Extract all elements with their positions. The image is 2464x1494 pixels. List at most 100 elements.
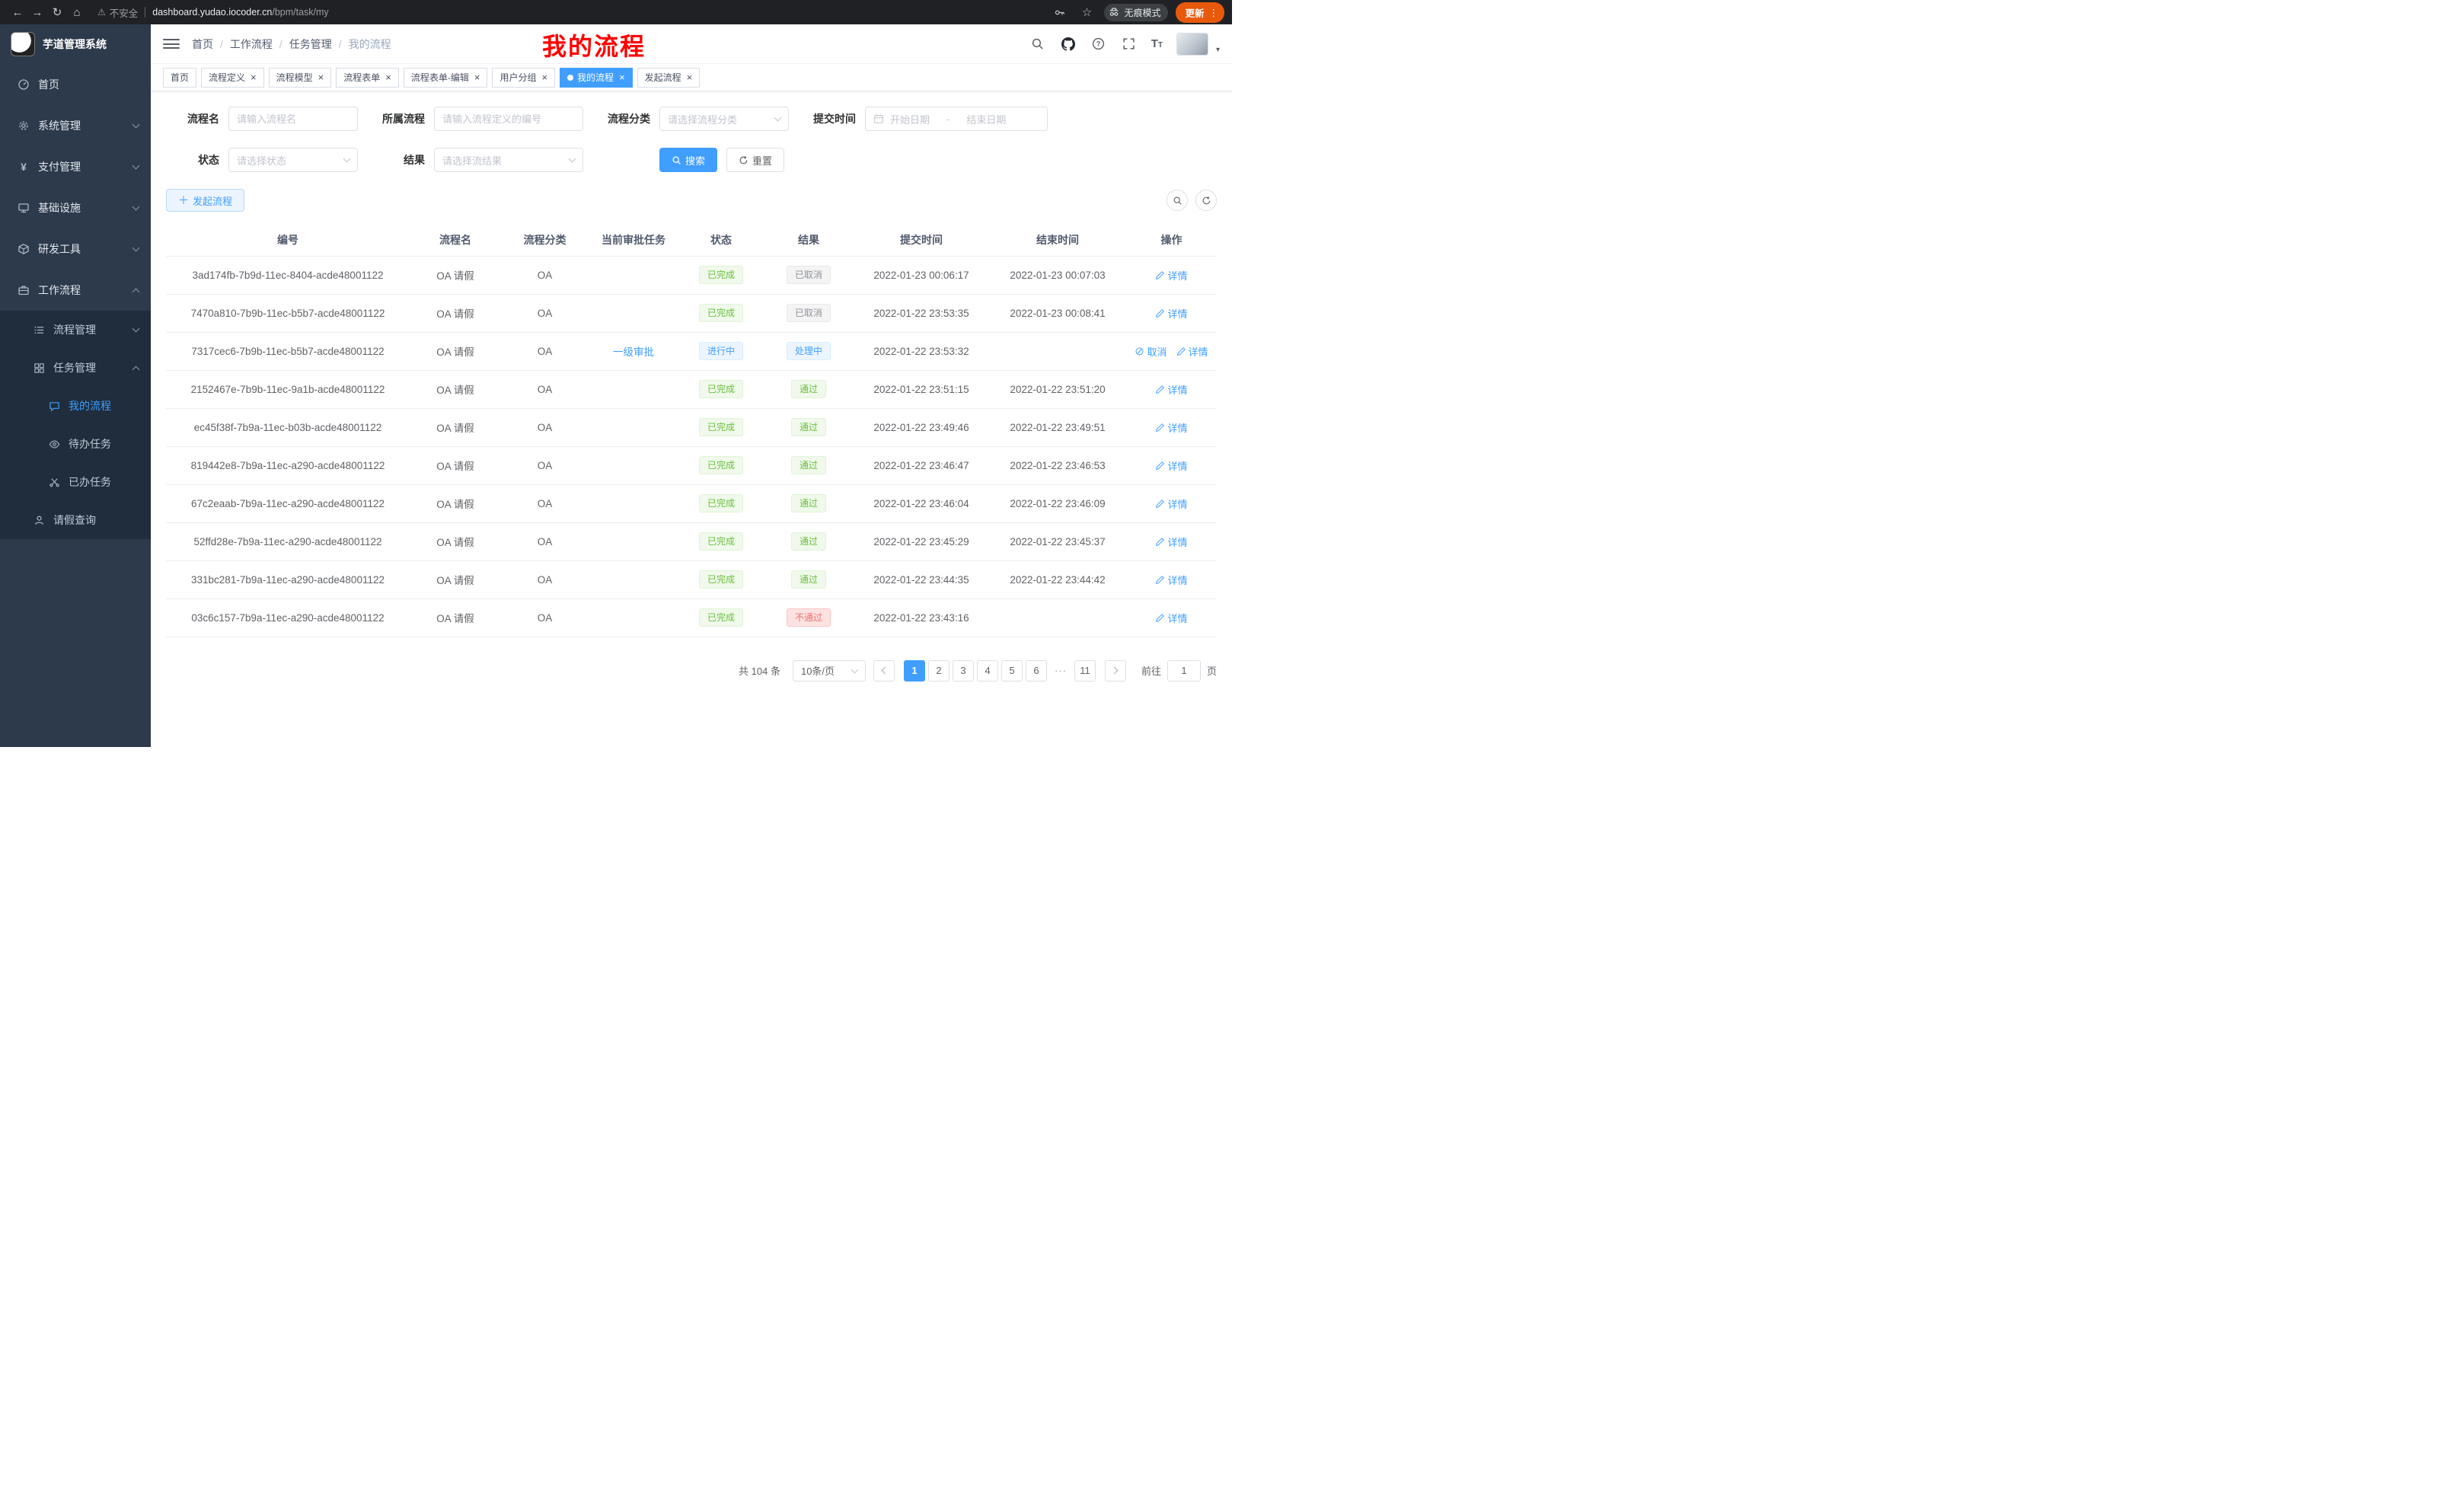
sidebar-toggle-icon[interactable] bbox=[163, 39, 180, 49]
page-button-11[interactable]: 11 bbox=[1074, 660, 1096, 682]
table-row: 3ad174fb-7b9d-11ec-8404-acde48001122OA 请… bbox=[166, 256, 1217, 294]
sidebar-item-workflow[interactable]: 工作流程 bbox=[0, 270, 151, 311]
page-button-3[interactable]: 3 bbox=[953, 660, 974, 682]
avatar-caret-icon[interactable]: ▾ bbox=[1216, 46, 1220, 56]
tab-close-icon[interactable]: × bbox=[619, 72, 625, 82]
detail-action-link[interactable]: 详情 bbox=[1155, 458, 1187, 473]
status-badge: 已完成 bbox=[699, 266, 743, 284]
breadcrumb-item[interactable]: 首页 bbox=[192, 37, 213, 52]
cell-actions: 详情 bbox=[1126, 599, 1217, 637]
back-icon[interactable]: ← bbox=[8, 2, 27, 22]
sidebar-item-payment[interactable]: ¥ 支付管理 bbox=[0, 146, 151, 187]
tab-close-icon[interactable]: × bbox=[541, 72, 547, 82]
fullscreen-icon[interactable] bbox=[1121, 36, 1138, 53]
app-logo-row[interactable]: 芋道管理系统 bbox=[0, 24, 151, 64]
cancel-action-link[interactable]: 取消 bbox=[1135, 344, 1167, 359]
sidebar-item-home[interactable]: 首页 bbox=[0, 64, 151, 105]
category-select[interactable]: 请选择流程分类 bbox=[659, 107, 789, 131]
tab-流程模型[interactable]: 流程模型× bbox=[269, 68, 332, 88]
page-size-select[interactable]: 10条/页 bbox=[793, 660, 866, 682]
status-select[interactable]: 请选择状态 bbox=[228, 148, 358, 172]
cell-status: 已完成 bbox=[678, 484, 764, 522]
sidebar-item-leave-query[interactable]: 请假查询 bbox=[0, 501, 151, 539]
detail-action-link[interactable]: 详情 bbox=[1155, 535, 1187, 549]
tab-流程表单[interactable]: 流程表单× bbox=[336, 68, 399, 88]
current-task-link[interactable]: 一级审批 bbox=[613, 346, 654, 358]
refresh-table-button[interactable] bbox=[1195, 190, 1217, 211]
detail-action-link[interactable]: 详情 bbox=[1155, 496, 1187, 511]
bookmark-star-icon[interactable]: ☆ bbox=[1077, 2, 1096, 22]
process-name-input[interactable] bbox=[228, 107, 358, 131]
search-toggle-button[interactable] bbox=[1167, 190, 1188, 211]
font-size-icon[interactable]: TT bbox=[1151, 37, 1163, 50]
page-button-6[interactable]: 6 bbox=[1026, 660, 1047, 682]
next-page-button[interactable] bbox=[1105, 660, 1126, 682]
detail-action-link[interactable]: 详情 bbox=[1176, 344, 1208, 359]
goto-page: 前往 页 bbox=[1141, 660, 1217, 682]
tab-close-icon[interactable]: × bbox=[385, 72, 391, 82]
page-button-1[interactable]: 1 bbox=[904, 660, 925, 682]
detail-action-link[interactable]: 详情 bbox=[1155, 420, 1187, 435]
sidebar-item-system[interactable]: 系统管理 bbox=[0, 105, 151, 146]
page-button-4[interactable]: 4 bbox=[977, 660, 998, 682]
detail-action-link[interactable]: 详情 bbox=[1155, 611, 1187, 625]
sidebar-item-done-tasks[interactable]: 已办任务 bbox=[0, 463, 151, 501]
prev-page-button[interactable] bbox=[873, 660, 895, 682]
key-icon[interactable] bbox=[1049, 2, 1069, 22]
tab-用户分组[interactable]: 用户分组× bbox=[492, 68, 555, 88]
sidebar-item-devtools[interactable]: 研发工具 bbox=[0, 228, 151, 270]
result-select[interactable]: 请选择流结果 bbox=[434, 148, 583, 172]
page-button-2[interactable]: 2 bbox=[928, 660, 950, 682]
address-bar[interactable]: ⚠ 不安全 dashboard.yudao.iocoder.cn/bpm/tas… bbox=[97, 2, 1049, 22]
sidebar-item-my-processes[interactable]: 我的流程 bbox=[0, 387, 151, 425]
browser-menu-icon[interactable]: ⋮ bbox=[1209, 7, 1219, 18]
help-icon[interactable]: ? bbox=[1090, 36, 1107, 53]
detail-action-link[interactable]: 详情 bbox=[1155, 382, 1187, 397]
reload-icon[interactable]: ↻ bbox=[47, 2, 67, 22]
breadcrumb-item[interactable]: 任务管理 bbox=[289, 37, 332, 52]
tab-我的流程[interactable]: 我的流程× bbox=[560, 68, 633, 88]
app-title: 芋道管理系统 bbox=[43, 37, 107, 52]
cell-status: 已完成 bbox=[678, 256, 764, 294]
page-button-5[interactable]: 5 bbox=[1001, 660, 1023, 682]
edit-icon bbox=[1155, 575, 1165, 585]
tab-close-icon[interactable]: × bbox=[318, 72, 324, 82]
sidebar-item-task-management[interactable]: 任务管理 bbox=[0, 349, 151, 387]
status-badge: 已完成 bbox=[699, 532, 743, 551]
detail-action-label: 详情 bbox=[1167, 306, 1187, 321]
tab-发起流程[interactable]: 发起流程× bbox=[637, 68, 701, 88]
status-badge: 已完成 bbox=[699, 456, 743, 474]
start-date-placeholder[interactable]: 开始日期 bbox=[890, 112, 930, 126]
goto-page-input[interactable] bbox=[1167, 660, 1201, 682]
detail-action-link[interactable]: 详情 bbox=[1155, 306, 1187, 321]
tab-首页[interactable]: 首页 bbox=[163, 68, 196, 88]
tab-close-icon[interactable]: × bbox=[251, 72, 257, 82]
tab-close-icon[interactable]: × bbox=[687, 72, 693, 82]
result-placeholder: 请选择流结果 bbox=[442, 153, 502, 168]
tab-流程定义[interactable]: 流程定义× bbox=[201, 68, 264, 88]
sidebar-item-infrastructure[interactable]: 基础设施 bbox=[0, 187, 151, 228]
tab-close-icon[interactable]: × bbox=[474, 72, 480, 82]
update-button[interactable]: 更新 ⋮ bbox=[1176, 2, 1224, 23]
create-process-button[interactable]: ＋ 发起流程 bbox=[166, 189, 244, 212]
sidebar-item-todo-tasks[interactable]: 待办任务 bbox=[0, 425, 151, 463]
search-icon[interactable] bbox=[1029, 36, 1046, 53]
submit-time-range-picker[interactable]: 开始日期 - 结束日期 bbox=[865, 107, 1048, 131]
sidebar-item-process-management[interactable]: 流程管理 bbox=[0, 311, 151, 349]
process-def-input[interactable] bbox=[434, 107, 583, 131]
search-button[interactable]: 搜索 bbox=[659, 148, 717, 172]
browser-home-icon[interactable]: ⌂ bbox=[67, 2, 87, 22]
forward-icon[interactable]: → bbox=[27, 2, 47, 22]
detail-action-link[interactable]: 详情 bbox=[1155, 268, 1187, 283]
detail-action-label: 详情 bbox=[1167, 458, 1187, 473]
cell-result: 已取消 bbox=[764, 294, 854, 332]
end-date-placeholder[interactable]: 结束日期 bbox=[966, 112, 1006, 126]
tab-流程表单-编辑[interactable]: 流程表单-编辑× bbox=[404, 68, 488, 88]
reset-button[interactable]: 重置 bbox=[726, 148, 784, 172]
cell-submit-time: 2022-01-22 23:53:32 bbox=[854, 332, 989, 370]
github-icon[interactable] bbox=[1060, 36, 1077, 53]
breadcrumb-item[interactable]: 工作流程 bbox=[230, 37, 273, 52]
detail-action-link[interactable]: 详情 bbox=[1155, 573, 1187, 587]
user-avatar[interactable] bbox=[1176, 33, 1208, 56]
page-ellipsis[interactable]: ··· bbox=[1050, 660, 1071, 682]
